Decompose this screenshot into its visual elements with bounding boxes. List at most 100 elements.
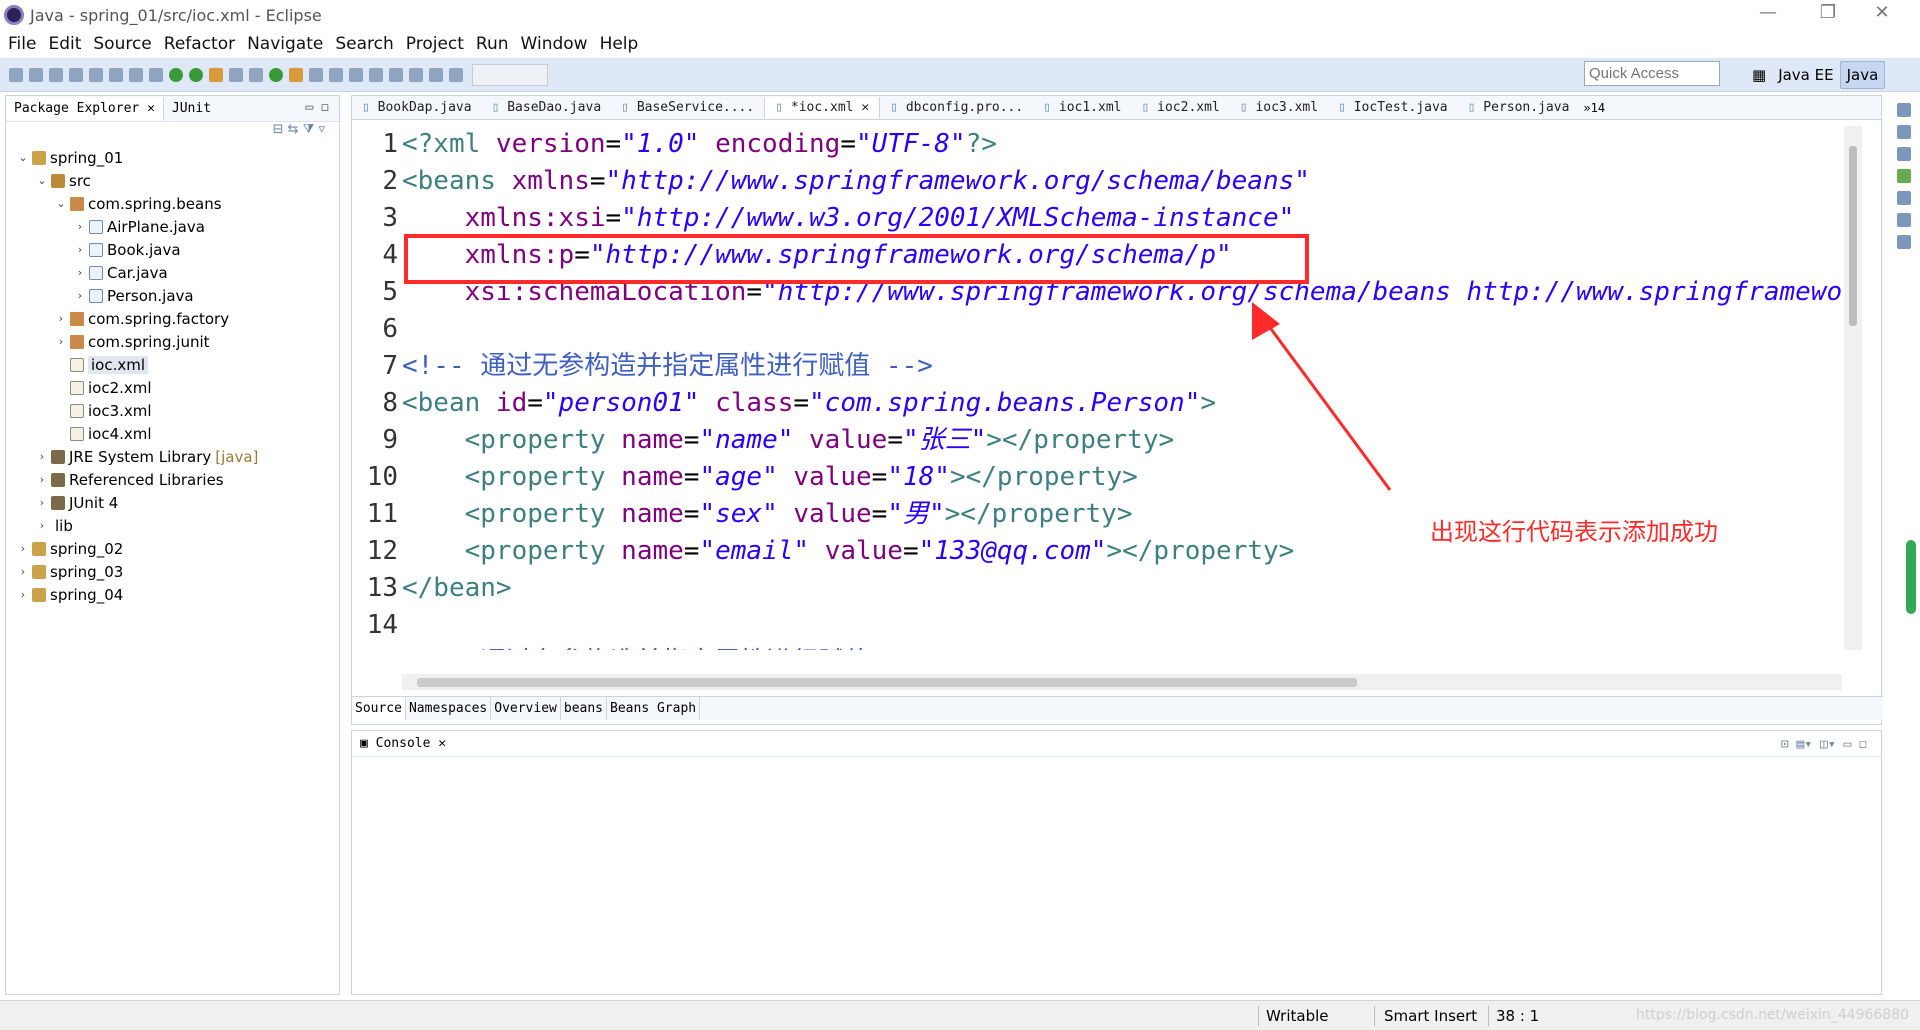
tree-item[interactable]: › com.spring.junit [6, 330, 339, 353]
code-line[interactable]: 8 <bean id="person01" class="com.spring.b… [364, 385, 1846, 422]
vertical-scrollbar[interactable] [1844, 126, 1862, 650]
code-line[interactable]: 14 [364, 607, 1846, 644]
save-icon[interactable] [29, 67, 43, 82]
menu-search[interactable]: Search [335, 34, 393, 54]
editor-tab[interactable]: ▯ ioc2.xml [1132, 97, 1230, 118]
tree-item[interactable]: ioc2.xml [6, 376, 339, 399]
editor-tab[interactable]: ▯ BookDap.java [352, 97, 482, 118]
filter-icon[interactable]: ⧩ [303, 122, 315, 137]
menu-help[interactable]: Help [600, 34, 639, 54]
editor-tab[interactable]: ▯ BaseService.... [611, 97, 764, 118]
editor-tab[interactable]: ▯ ioc1.xml [1033, 97, 1131, 118]
open-folder-icon[interactable] [289, 67, 303, 82]
tree-item[interactable]: ioc3.xml [6, 399, 339, 422]
close-icon[interactable]: ✕ [147, 101, 155, 116]
tree-item[interactable]: › JRE System Library [java] [6, 445, 339, 468]
expand-toggle-icon[interactable]: ⌄ [54, 197, 68, 210]
code-line[interactable]: 10 <property name="age" value="18"></pro… [364, 459, 1846, 496]
debug-icon[interactable] [149, 67, 163, 82]
tree-item[interactable]: › Person.java [6, 284, 339, 307]
page-tab-beans[interactable]: beans [561, 697, 608, 720]
code-line[interactable]: 7 <!-- 通过无参构造并指定属性进行赋值 --> [364, 348, 1846, 385]
menu-window[interactable]: Window [521, 34, 588, 54]
open-perspective-icon[interactable]: ▦ [1746, 62, 1772, 88]
tab-package-explorer[interactable]: Package Explorer ✕ [6, 97, 164, 120]
pin-editor-icon[interactable] [429, 67, 443, 82]
expand-toggle-icon[interactable]: › [35, 450, 49, 463]
spring-explorer-icon[interactable] [1897, 169, 1911, 183]
code-line[interactable]: 6 [364, 311, 1846, 348]
print-icon[interactable] [69, 67, 83, 82]
new-icon[interactable] [9, 67, 23, 82]
tree-item[interactable]: › lib [6, 514, 339, 537]
tree-item[interactable]: ⌄ spring_01 [6, 146, 339, 169]
menu-source[interactable]: Source [93, 34, 151, 54]
declaration-icon[interactable] [1897, 235, 1911, 249]
code-line[interactable]: 15 <!-- 通过有参构造并指定属性进行赋值 --> [364, 644, 1846, 650]
editor-tab[interactable]: ▯ dbconfig.pro... [880, 97, 1033, 118]
expand-toggle-icon[interactable]: › [16, 542, 30, 555]
coverage-icon[interactable] [189, 67, 203, 82]
expand-toggle-icon[interactable]: › [73, 243, 87, 256]
expand-toggle-icon[interactable]: › [54, 312, 68, 325]
external-tools-icon[interactable] [209, 67, 223, 82]
editor-tab[interactable]: ▯ BaseDao.java [482, 97, 612, 118]
code-line[interactable]: 3 xmlns:xsi="http://www.w3.org/2001/XMLS… [364, 200, 1846, 237]
tree-item[interactable]: › AirPlane.java [6, 215, 339, 238]
toolbar-combo[interactable] [472, 63, 548, 86]
scroll-thumb[interactable] [417, 678, 1357, 687]
problems-icon[interactable] [1897, 191, 1911, 205]
page-tab-source[interactable]: Source [352, 697, 406, 720]
open-type-icon[interactable] [89, 67, 103, 82]
menu-refactor[interactable]: Refactor [164, 34, 235, 54]
new-java-project-icon[interactable] [229, 67, 243, 82]
new-class-icon[interactable] [269, 67, 283, 82]
page-tab-overview[interactable]: Overview [491, 697, 561, 720]
close-icon[interactable]: ✕ [854, 100, 869, 115]
restore-button[interactable]: ❐ [1808, 2, 1848, 23]
scroll-thumb[interactable] [1849, 146, 1857, 326]
javadoc-icon[interactable] [1897, 213, 1911, 227]
grid-icon[interactable] [449, 67, 463, 82]
outline-icon[interactable] [1897, 147, 1911, 161]
toggle-mark-icon[interactable] [129, 67, 143, 82]
tab-junit[interactable]: JUnit [164, 97, 219, 120]
previous-annotation-icon[interactable] [349, 67, 363, 82]
editor-tab[interactable]: ▯ ioc3.xml [1230, 97, 1328, 118]
expand-toggle-icon[interactable]: ⌄ [35, 174, 49, 187]
more-tabs-button[interactable]: »14 [1583, 101, 1605, 115]
page-tab-beans-graph[interactable]: Beans Graph [607, 697, 701, 720]
page-tab-namespaces[interactable]: Namespaces [406, 697, 492, 720]
expand-toggle-icon[interactable]: ⌄ [16, 151, 30, 164]
close-button[interactable]: ✕ [1862, 2, 1902, 23]
code-line[interactable]: 9 <property name="name" value="张三"></pro… [364, 422, 1846, 459]
run-icon[interactable] [169, 67, 183, 82]
menu-navigate[interactable]: Navigate [247, 34, 323, 54]
code-area[interactable]: 1 <?xml version="1.0" encoding="UTF-8"?> 2… [364, 126, 1846, 650]
editor-tab[interactable]: ▯ *ioc.xml ✕ [764, 97, 881, 118]
expand-toggle-icon[interactable]: › [35, 496, 49, 509]
save-all-icon[interactable] [49, 67, 63, 82]
tree-item[interactable]: ⌄ src [6, 169, 339, 192]
horizontal-scrollbar[interactable] [402, 674, 1842, 690]
expand-toggle-icon[interactable]: › [16, 565, 30, 578]
tree-item[interactable]: › spring_02 [6, 537, 339, 560]
tree-item[interactable]: ⌄ com.spring.beans [6, 192, 339, 215]
editor-tab[interactable]: ▯ Person.java [1458, 97, 1580, 118]
expand-toggle-icon[interactable]: › [73, 289, 87, 302]
editor-tab[interactable]: ▯ IocTest.java [1328, 97, 1458, 118]
expand-toggle-icon[interactable]: › [73, 220, 87, 233]
perspective-java[interactable]: Java [1839, 61, 1886, 89]
menu-edit[interactable]: Edit [48, 34, 81, 54]
tree-item[interactable]: › Referenced Libraries [6, 468, 339, 491]
open-task-icon[interactable] [109, 67, 123, 82]
tree-item[interactable]: › spring_04 [6, 583, 339, 606]
tree-item[interactable]: › Book.java [6, 238, 339, 261]
expand-toggle-icon[interactable]: › [73, 266, 87, 279]
expand-toggle-icon[interactable]: › [16, 588, 30, 601]
link-editor-icon[interactable]: ⇆ [288, 122, 299, 137]
new-package-icon[interactable] [249, 67, 263, 82]
search-icon[interactable] [309, 67, 323, 82]
tree-item[interactable]: ioc4.xml [6, 422, 339, 445]
tree-item[interactable]: ioc.xml [6, 353, 339, 376]
